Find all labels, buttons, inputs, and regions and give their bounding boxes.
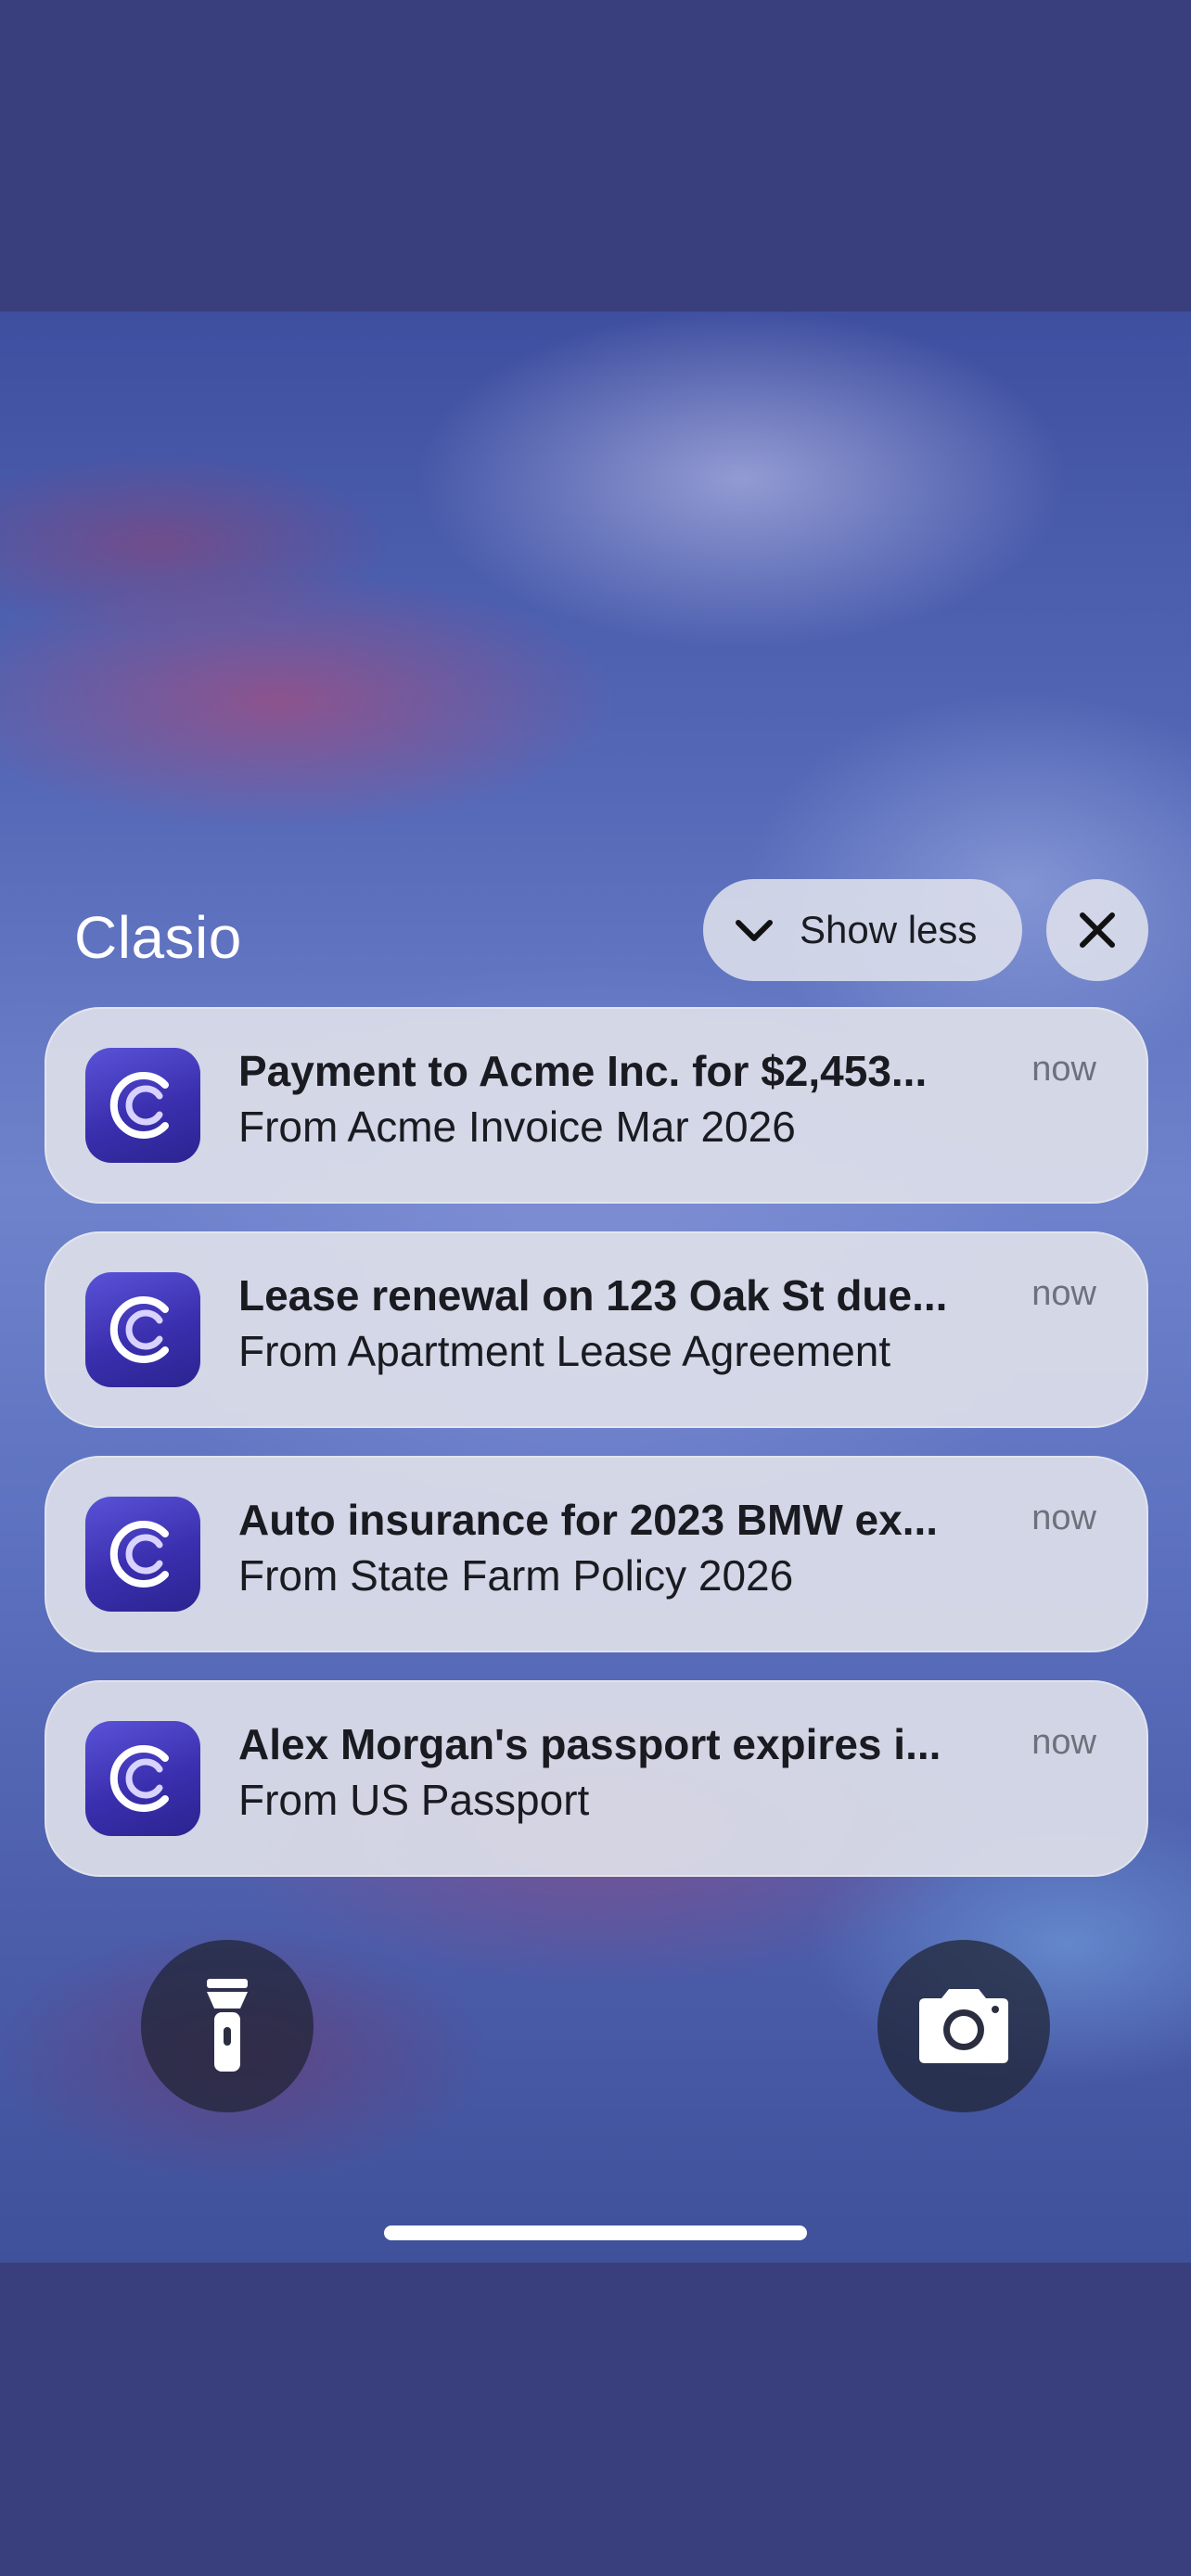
notification-card[interactable]: Auto insurance for 2023 BMW ex... From S… (45, 1456, 1148, 1652)
lock-screen: Clasio Show less Payment to Acme Inc. fo… (0, 312, 1191, 2263)
notification-body: From State Farm Policy 2026 (238, 1551, 794, 1600)
clasio-logo-icon (109, 1745, 169, 1812)
notification-card[interactable]: Alex Morgan's passport expires i... From… (45, 1680, 1148, 1877)
notification-body: From Apartment Lease Agreement (238, 1327, 891, 1375)
clasio-logo-icon (109, 1072, 169, 1139)
notification-card[interactable]: Lease renewal on 123 Oak St due... From … (45, 1231, 1148, 1428)
clear-notifications-button[interactable] (1046, 879, 1148, 981)
notification-time: now (1031, 1274, 1096, 1313)
clasio-logo-icon (109, 1296, 169, 1363)
clasio-logo-icon (109, 1521, 169, 1588)
clasio-app-icon (85, 1272, 200, 1387)
show-less-button[interactable]: Show less (703, 879, 1022, 981)
flashlight-button[interactable] (141, 1940, 314, 2112)
clasio-app-icon (85, 1497, 200, 1612)
home-indicator[interactable] (384, 2225, 807, 2240)
clasio-app-icon (85, 1048, 200, 1163)
notification-time: now (1031, 1723, 1096, 1762)
notification-card[interactable]: Payment to Acme Inc. for $2,453... From … (45, 1007, 1148, 1204)
notification-title: Lease renewal on 123 Oak St due... (238, 1271, 948, 1320)
flashlight-icon (207, 1979, 248, 2072)
notification-body: From Acme Invoice Mar 2026 (238, 1103, 796, 1151)
camera-button[interactable] (877, 1940, 1050, 2112)
chevron-down-icon (736, 920, 773, 941)
notification-stack-header: Clasio Show less (0, 879, 1191, 985)
device-frame: Clasio Show less Payment to Acme Inc. fo… (0, 0, 1191, 2576)
show-less-label: Show less (800, 908, 978, 951)
notification-body: From US Passport (238, 1776, 590, 1824)
stack-app-name: Clasio (74, 904, 242, 971)
clasio-app-icon (85, 1721, 200, 1836)
close-icon (1080, 912, 1115, 948)
notification-title: Alex Morgan's passport expires i... (238, 1720, 941, 1768)
notification-time: now (1031, 1050, 1096, 1089)
camera-icon (919, 1989, 1008, 2063)
notification-time: now (1031, 1498, 1096, 1537)
notification-title: Payment to Acme Inc. for $2,453... (238, 1047, 928, 1095)
notification-title: Auto insurance for 2023 BMW ex... (238, 1496, 939, 1544)
